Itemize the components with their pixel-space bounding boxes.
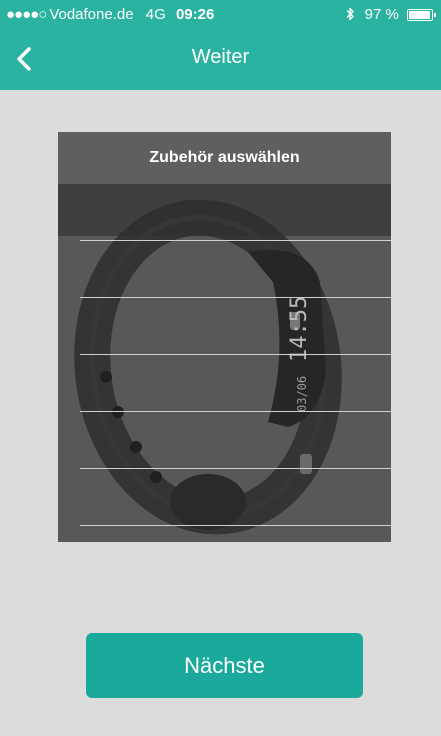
page-title: Weiter <box>191 46 250 68</box>
picker-row[interactable] <box>80 184 391 241</box>
status-time: 09:26 <box>175 6 215 23</box>
top-bar: ●●●●○ Vodafone.de 4G 09:26 97 % Weiter <box>0 0 441 90</box>
picker-row[interactable] <box>80 298 391 355</box>
network-type: 4G <box>145 6 166 23</box>
signal-strength-icon: ●●●●○ <box>6 6 47 23</box>
picker-row[interactable] <box>80 355 391 412</box>
battery-percent: 97 % <box>364 6 399 23</box>
picker-row[interactable] <box>80 241 391 298</box>
status-left: ●●●●○ Vodafone.de 4G 09:26 <box>6 6 214 23</box>
picker-row[interactable] <box>80 412 391 469</box>
battery-fill <box>409 11 431 20</box>
status-right: 97 % <box>345 6 436 23</box>
carrier-name: Vodafone.de <box>49 6 134 23</box>
battery-icon <box>407 9 436 22</box>
status-bar: ●●●●○ Vodafone.de 4G 09:26 97 % <box>0 0 441 30</box>
accessory-picker: Zubehör auswählen 14:55 03/06 <box>58 132 391 542</box>
bluetooth-icon <box>346 7 355 21</box>
next-button[interactable]: Nächste <box>86 633 363 698</box>
picker-row[interactable] <box>80 469 391 526</box>
